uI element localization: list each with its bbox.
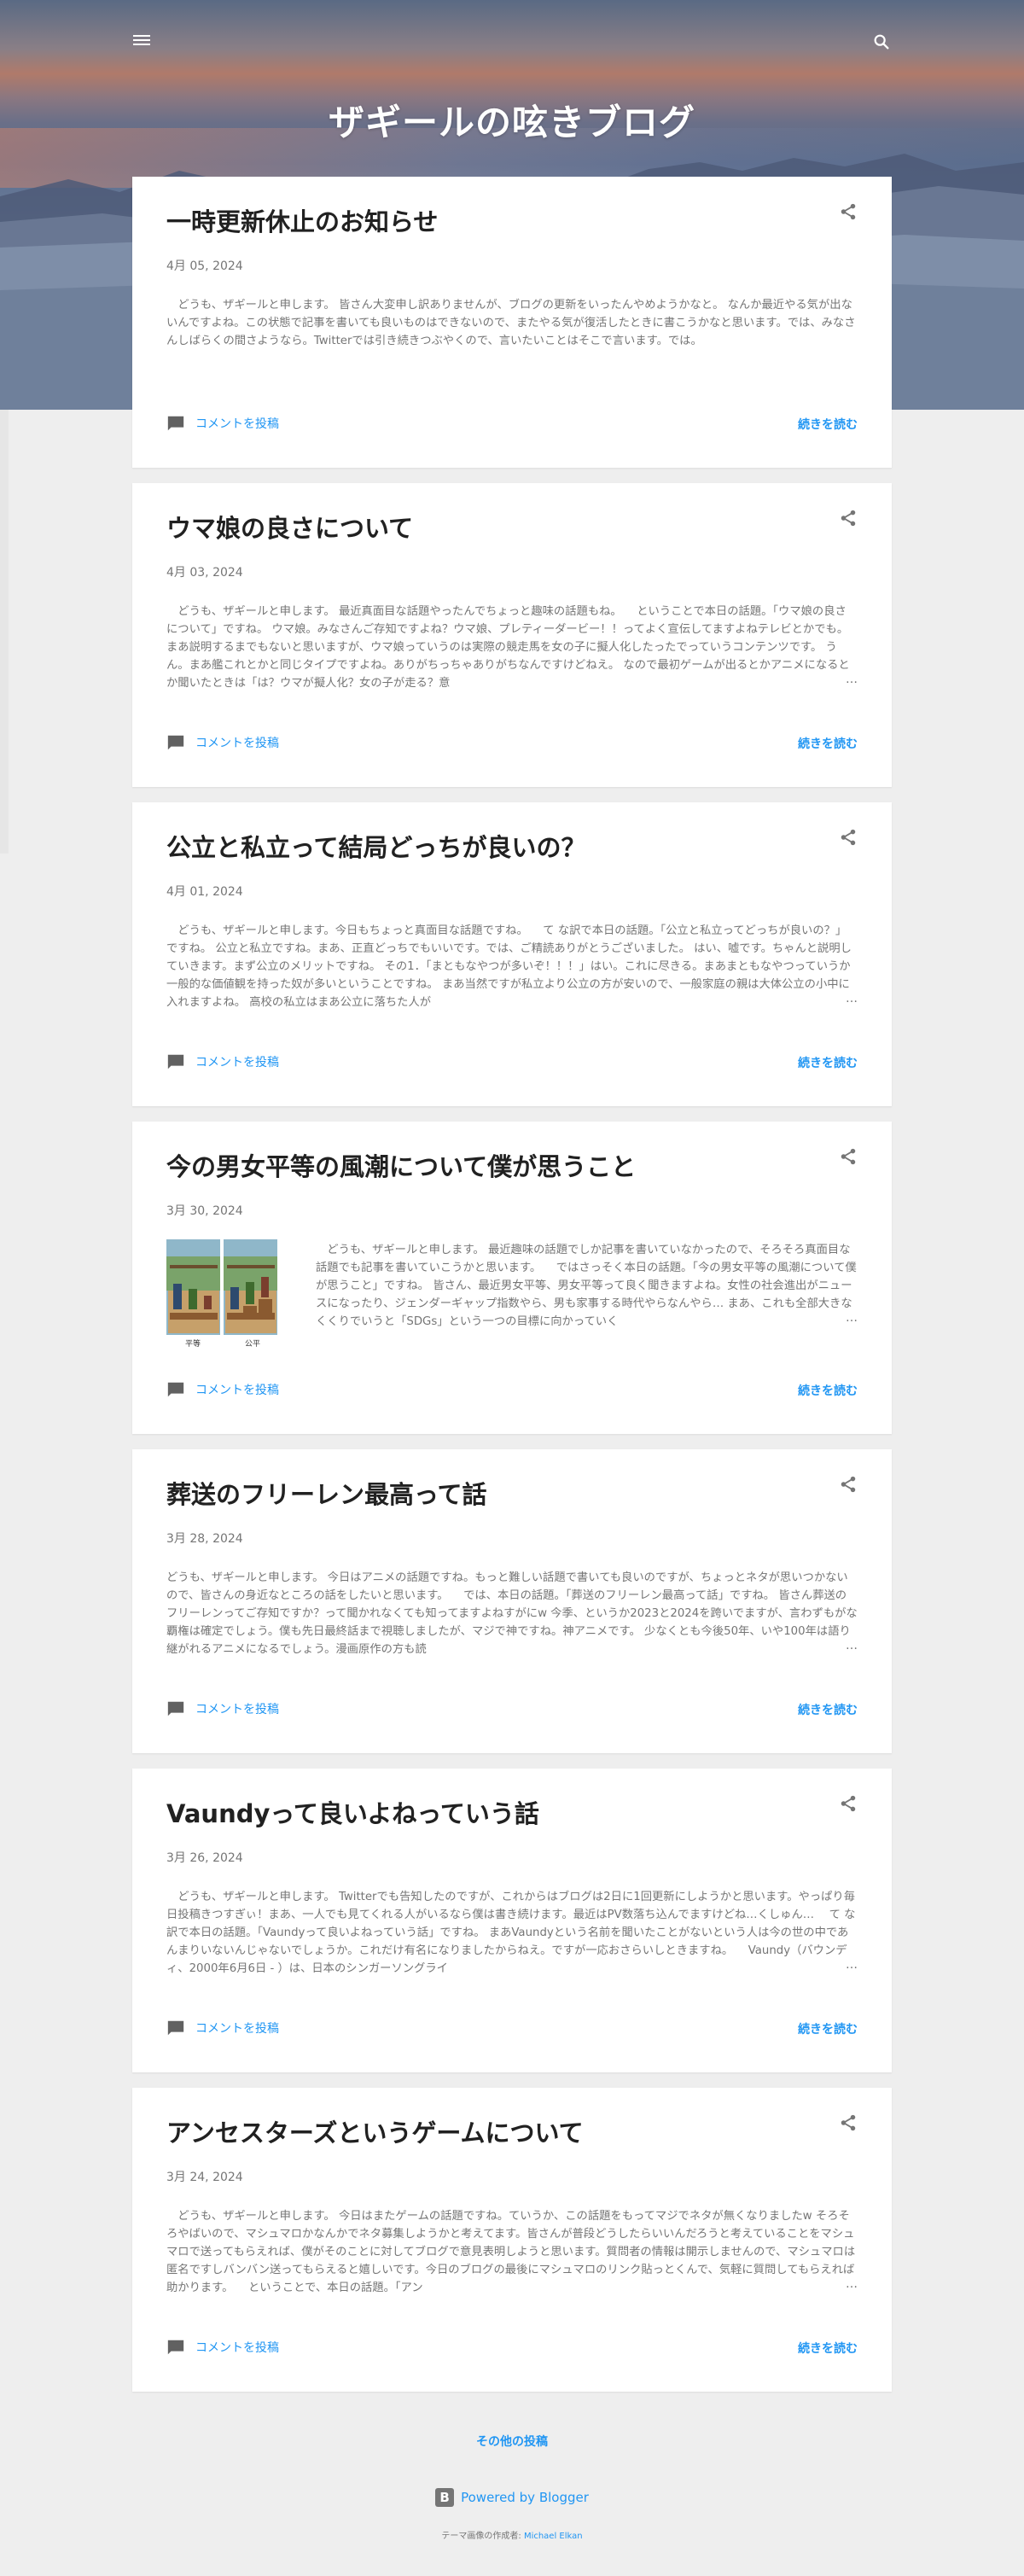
post-card: アンセスターズというゲームについて 3月 24, 2024 どうも、ザギールと申… [132, 2088, 892, 2392]
comment-label[interactable]: コメントを投稿 [195, 1053, 279, 1070]
comment-label[interactable]: コメントを投稿 [195, 1700, 279, 1717]
comment-label[interactable]: コメントを投稿 [195, 1381, 279, 1398]
post-title[interactable]: Vaundyって良いよねっていう話 [166, 1794, 539, 1830]
read-more-link[interactable]: 続きを読む [798, 416, 858, 433]
post-title[interactable]: 今の男女平等の風潮について僕が思うこと [166, 1147, 636, 1183]
read-more-link[interactable]: 続きを読む [798, 2340, 858, 2357]
left-edge-shade [0, 410, 9, 854]
thumbnail-label-equity: 公平 [245, 1339, 260, 1349]
hamburger-menu-icon[interactable] [133, 32, 150, 50]
comment-label[interactable]: コメントを投稿 [195, 415, 279, 432]
post-title[interactable]: ウマ娘の良さについて [166, 509, 413, 545]
older-posts-link[interactable]: その他の投稿 [0, 2433, 1024, 2450]
comment-label[interactable]: コメントを投稿 [195, 2339, 279, 2356]
post-card: ウマ娘の良さについて 4月 03, 2024 どうも、ザギールと申します。 最近… [132, 483, 892, 787]
comment-icon [167, 2020, 184, 2036]
comment-icon [167, 1382, 184, 1397]
snippet-ellipsis: … [846, 1958, 858, 1972]
post-title[interactable]: 葬送のフリーレン最高って話 [166, 1475, 487, 1511]
post-snippet: どうも、ザギールと申します。 Twitterでも告知したのですが、これからはブロ… [166, 1891, 856, 1975]
post-snippet: どうも、ザギールと申します。 皆さん大変申し訳ありませんが、ブログの更新をいった… [166, 299, 856, 347]
post-snippet: どうも、ザギールと申します。 今日はまたゲームの話題ですね。ていうか、この話題を… [166, 2210, 856, 2294]
read-more-link[interactable]: 続きを読む [798, 1054, 858, 1071]
post-title[interactable]: 一時更新休止のお知らせ [166, 202, 438, 238]
comment-link[interactable]: コメントを投稿 [166, 1380, 279, 1399]
snippet-ellipsis: … [846, 673, 858, 686]
post-card: 今の男女平等の風潮について僕が思うこと 3月 30, 2024 平等 公平 どう… [132, 1122, 892, 1434]
post-card: 公立と私立って結局どっちが良いの？ 4月 01, 2024 どうも、ザギールと申… [132, 802, 892, 1106]
post-snippet: どうも、ザギールと申します。 最近真面目な話題やったんでちょっと趣味の話題もね。… [166, 605, 850, 690]
share-icon[interactable] [839, 202, 858, 221]
snippet-ellipsis: … [846, 1639, 858, 1652]
post-date[interactable]: 3月 30, 2024 [166, 1202, 243, 1219]
comment-link[interactable]: コメントを投稿 [166, 1699, 279, 1718]
comment-label[interactable]: コメントを投稿 [195, 2019, 279, 2037]
search-icon[interactable] [872, 32, 891, 51]
comment-link[interactable]: コメントを投稿 [166, 414, 279, 433]
post-date[interactable]: 4月 05, 2024 [166, 257, 243, 274]
thumbnail-label-equality: 平等 [185, 1338, 201, 1349]
post-card: 葬送のフリーレン最高って話 3月 28, 2024 どうも、ザギールと申します。… [132, 1449, 892, 1753]
powered-by-label[interactable]: Powered by Blogger [461, 2490, 589, 2505]
blog-title[interactable]: ザギールの呟きブログ [0, 94, 1024, 146]
share-icon[interactable] [839, 1147, 858, 1166]
comment-link[interactable]: コメントを投稿 [166, 733, 279, 752]
post-snippet: どうも、ザギールと申します。今日もちょっと真面目な話題ですね。 て な訳で本日の… [166, 924, 852, 1009]
post-thumbnail[interactable]: 平等 公平 [166, 1239, 277, 1350]
comment-label[interactable]: コメントを投稿 [195, 734, 279, 751]
snippet-ellipsis: … [846, 992, 858, 1005]
share-icon[interactable] [839, 509, 858, 527]
equality-equity-illustration: 平等 公平 [166, 1239, 277, 1350]
theme-credit: テーマ画像の作成者: Michael Elkan [0, 2528, 1024, 2541]
post-card: 一時更新休止のお知らせ 4月 05, 2024 どうも、ザギールと申します。 皆… [132, 177, 892, 468]
blogger-icon: B [435, 2488, 455, 2507]
post-date[interactable]: 4月 03, 2024 [166, 563, 243, 580]
post-snippet: どうも、ザギールと申します。 今日はアニメの話題ですね。もっと難しい話題で書いて… [166, 1571, 858, 1656]
read-more-link[interactable]: 続きを読む [798, 1382, 858, 1399]
snippet-ellipsis: … [846, 2277, 858, 2291]
share-icon[interactable] [839, 1475, 858, 1494]
comment-icon [167, 735, 184, 750]
share-icon[interactable] [839, 2113, 858, 2132]
comment-icon [167, 2340, 184, 2355]
post-snippet: どうも、ザギールと申します。 最近趣味の話題でしか記事を書いていなかったので、そ… [316, 1244, 857, 1328]
read-more-link[interactable]: 続きを読む [798, 2020, 858, 2037]
credit-author-link[interactable]: Michael Elkan [524, 2532, 583, 2541]
post-title[interactable]: アンセスターズというゲームについて [166, 2113, 584, 2149]
share-icon[interactable] [839, 1794, 858, 1813]
comment-icon [167, 1054, 184, 1069]
post-date[interactable]: 3月 26, 2024 [166, 1849, 243, 1866]
share-icon[interactable] [839, 828, 858, 847]
read-more-link[interactable]: 続きを読む [798, 1701, 858, 1718]
credit-prefix: テーマ画像の作成者: [441, 2532, 524, 2541]
post-date[interactable]: 4月 01, 2024 [166, 883, 243, 900]
post-date[interactable]: 3月 24, 2024 [166, 2168, 243, 2185]
comment-link[interactable]: コメントを投稿 [166, 1052, 279, 1071]
post-title[interactable]: 公立と私立って結局どっちが良いの？ [166, 828, 586, 864]
read-more-link[interactable]: 続きを読む [798, 735, 858, 752]
comment-link[interactable]: コメントを投稿 [166, 2338, 279, 2357]
post-card: Vaundyって良いよねっていう話 3月 26, 2024 どうも、ザギールと申… [132, 1769, 892, 2072]
comment-icon [167, 1701, 184, 1716]
snippet-ellipsis: … [846, 1311, 858, 1325]
comment-icon [167, 416, 184, 431]
comment-link[interactable]: コメントを投稿 [166, 2019, 279, 2037]
powered-by-blogger[interactable]: B Powered by Blogger [0, 2488, 1024, 2507]
post-date[interactable]: 3月 28, 2024 [166, 1530, 243, 1547]
